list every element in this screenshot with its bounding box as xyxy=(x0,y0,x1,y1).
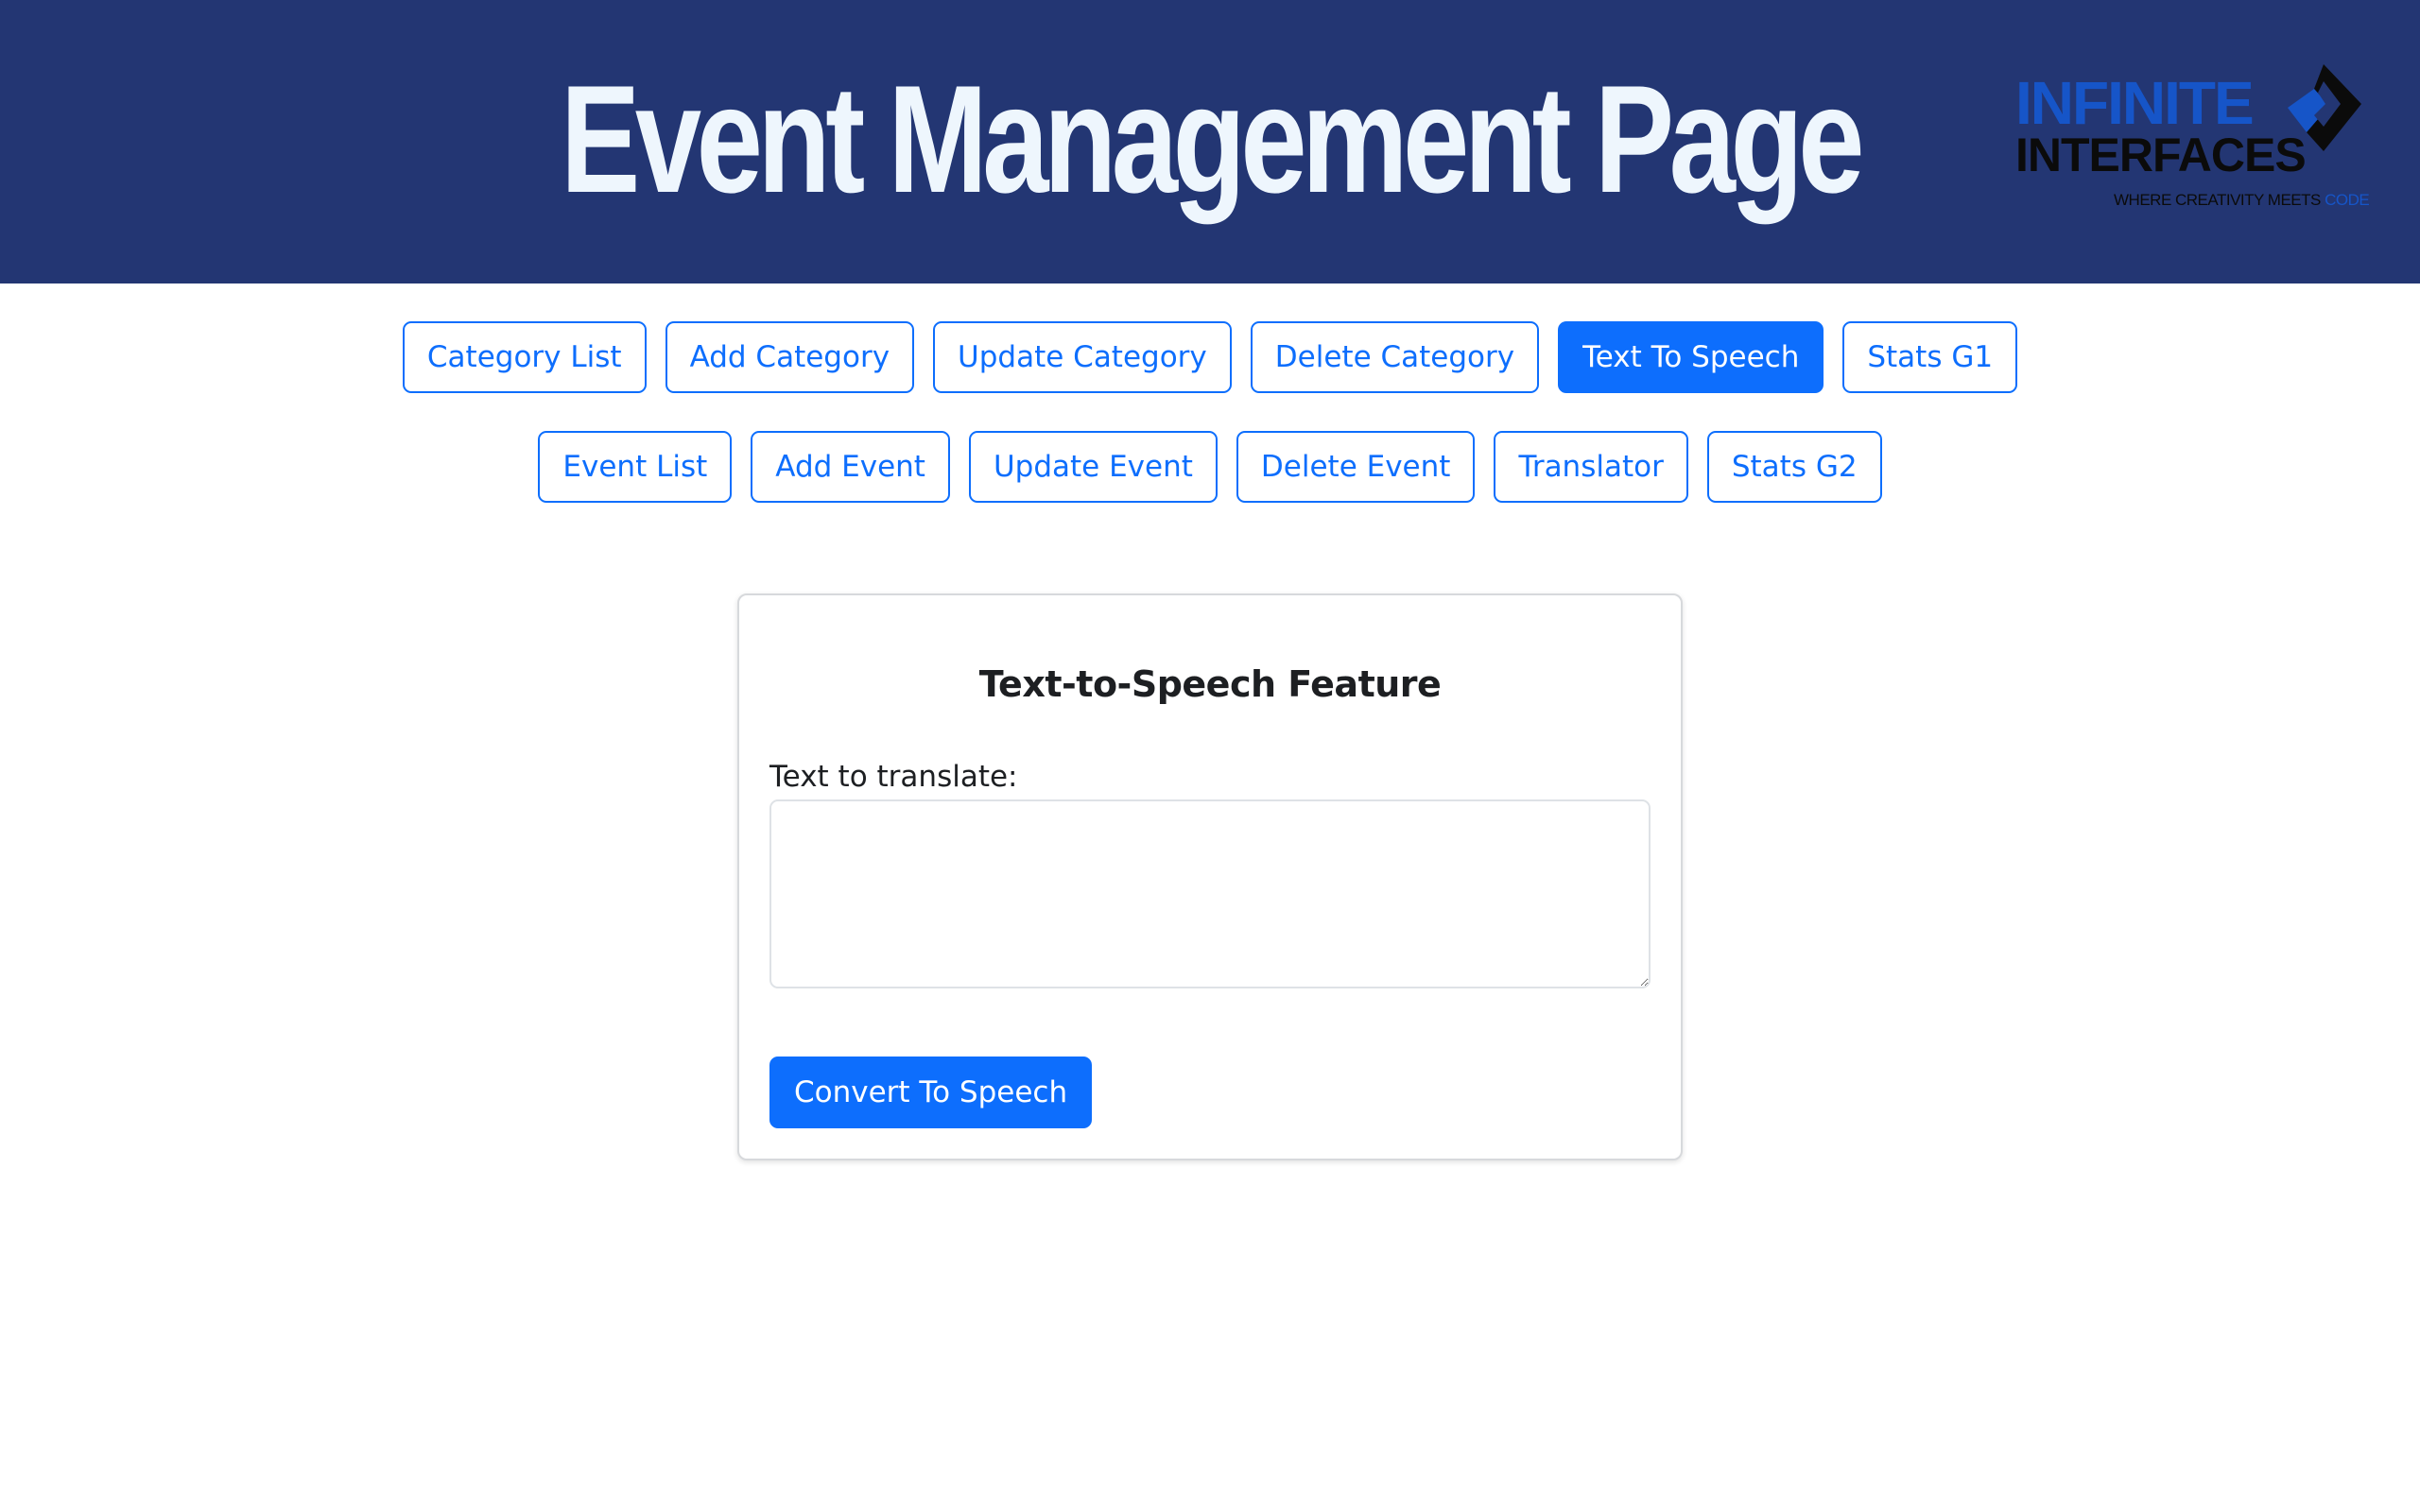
text-to-translate-label: Text to translate: xyxy=(769,760,1018,794)
page-header: Event Management Page INFINITE INTERFACE… xyxy=(0,0,2420,284)
delete-event-button[interactable]: Delete Event xyxy=(1236,431,1476,503)
update-event-button[interactable]: Update Event xyxy=(968,431,1218,503)
text-to-translate-input[interactable] xyxy=(769,799,1651,988)
event-list-button[interactable]: Event List xyxy=(538,431,733,503)
logo-tagline-highlight: CODE xyxy=(2325,191,2370,209)
stats-g2-button[interactable]: Stats G2 xyxy=(1706,431,1882,503)
logo-word-infinite: INFINITE xyxy=(2015,69,2255,137)
logo-tagline-prefix: WHERE CREATIVITY MEETS xyxy=(2114,191,2321,209)
logo-tagline: WHERE CREATIVITY MEETS CODE xyxy=(2114,191,2370,210)
delete-category-button[interactable]: Delete Category xyxy=(1250,321,1540,393)
text-to-speech-button[interactable]: Text To Speech xyxy=(1558,321,1824,393)
company-logo: INFINITE INTERFACES WHERE CREATIVITY MEE… xyxy=(2012,62,2370,223)
text-to-speech-card: Text-to-Speech Feature Text to translate… xyxy=(737,593,1683,1160)
diamond-logo-mark-icon xyxy=(2288,64,2361,151)
add-category-button[interactable]: Add Category xyxy=(665,321,915,393)
add-event-button[interactable]: Add Event xyxy=(751,431,950,503)
update-category-button[interactable]: Update Category xyxy=(933,321,1232,393)
stats-g1-button[interactable]: Stats G1 xyxy=(1842,321,2018,393)
card-title: Text-to-Speech Feature xyxy=(978,663,1442,705)
page-title: Event Management Page xyxy=(560,54,1864,225)
category-nav: Category List Add Category Update Catego… xyxy=(0,321,2420,393)
event-nav: Event List Add Event Update Event Delete… xyxy=(0,431,2420,503)
category-list-button[interactable]: Category List xyxy=(402,321,647,393)
translator-button[interactable]: Translator xyxy=(1494,431,1688,503)
logo-word-interfaces: INTERFACES xyxy=(2015,129,2307,181)
convert-to-speech-button[interactable]: Convert To Speech xyxy=(769,1057,1093,1128)
